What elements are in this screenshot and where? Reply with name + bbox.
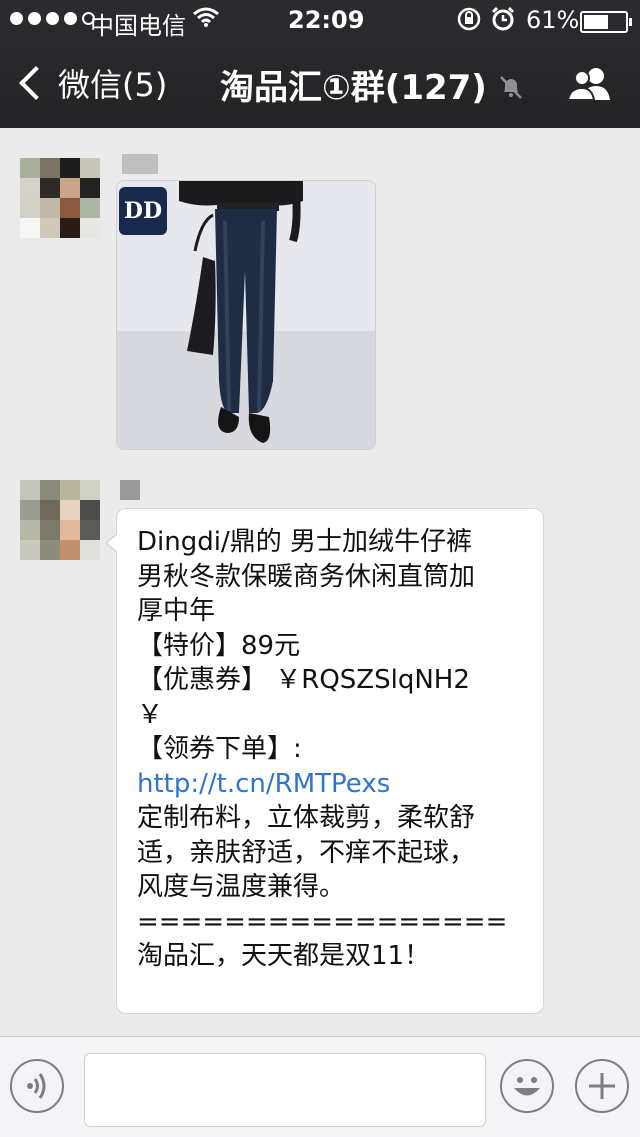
message-line: 适，亲肤舒适，不痒不起球， [137, 837, 476, 868]
rotation-lock-icon [456, 6, 482, 38]
message-line: 风度与温度兼得。 [137, 872, 346, 902]
top-bar: 中国电信 22:09 61% 微信(5) 淘品汇①群(127) [0, 0, 640, 128]
brand-logo: DD [119, 187, 167, 235]
avatar[interactable] [20, 480, 100, 560]
message-line: Dingdi/鼎的 男士加绒牛仔裤 [137, 527, 472, 557]
sender-name [120, 480, 140, 500]
chevron-left-icon [19, 66, 53, 100]
more-button[interactable] [575, 1059, 629, 1113]
wifi-icon [192, 6, 220, 34]
message-input[interactable] [84, 1053, 486, 1127]
message-line: 厚中年 [137, 596, 216, 626]
message-line: 淘品汇，天天都是双11！ [137, 941, 431, 971]
avatar[interactable] [20, 158, 100, 238]
emoji-icon [514, 1077, 540, 1096]
sender-name [122, 154, 158, 174]
mute-icon [496, 72, 526, 102]
emoji-button[interactable] [500, 1059, 554, 1113]
signal-strength-icon [10, 12, 95, 25]
message-line: 男秋冬款保暖商务休闲直筒加 [137, 561, 476, 592]
status-time: 22:09 [288, 6, 365, 34]
message-line: 定制布料，立体裁剪，柔软舒 [137, 803, 476, 833]
battery-percentage: 61% [526, 6, 580, 34]
nav-bar: 微信(5) 淘品汇①群(127) [0, 40, 640, 128]
message-line: ￥ [137, 699, 164, 730]
alarm-icon [490, 6, 516, 38]
coupon-link[interactable]: http://t.cn/RMTPexs [137, 767, 525, 802]
carrier-name: 中国电信 [90, 12, 186, 40]
message-line: 【优惠券】 ￥RQSZSlqNH2 [137, 665, 470, 695]
back-button[interactable]: 微信(5) [18, 60, 167, 106]
status-bar: 中国电信 22:09 61% [0, 0, 640, 40]
voice-button[interactable] [10, 1059, 64, 1113]
message-line: 【特价】89元 [137, 630, 301, 661]
voice-icon [27, 1073, 46, 1099]
message-line: ================= [137, 906, 508, 937]
chat-area[interactable]: DD Dingdi/鼎的 男士加绒牛仔裤 男秋冬款保暖商务休闲直筒加 厚中年 【… [0, 128, 640, 1036]
image-message[interactable]: DD [116, 180, 376, 450]
chat-title: 淘品汇①群(127) [220, 68, 487, 108]
back-label: 微信(5) [58, 66, 168, 104]
group-members-icon[interactable] [566, 64, 614, 104]
plus-icon [589, 1073, 615, 1099]
battery-icon [580, 11, 632, 33]
text-message[interactable]: Dingdi/鼎的 男士加绒牛仔裤 男秋冬款保暖商务休闲直筒加 厚中年 【特价】… [105, 508, 544, 1014]
input-bar [0, 1036, 640, 1137]
message-line: 【领券下单】: [137, 734, 302, 764]
